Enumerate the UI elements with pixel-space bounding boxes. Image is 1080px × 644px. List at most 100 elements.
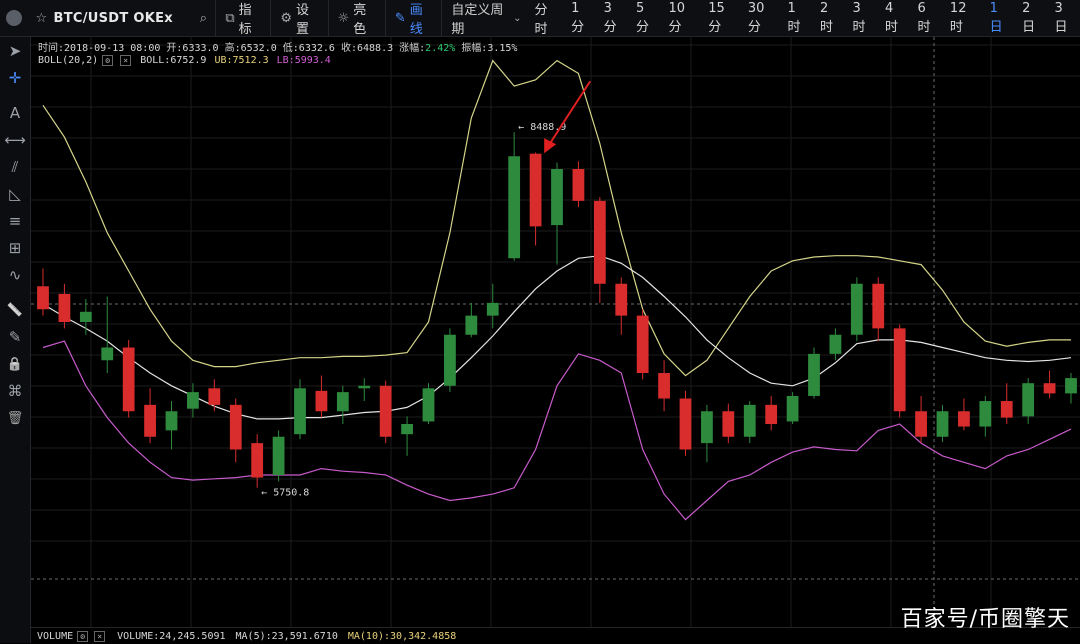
period-tab[interactable]: 2时 xyxy=(813,0,845,36)
custom-period-label: 自定义周期 xyxy=(451,3,504,37)
app-logo xyxy=(0,0,28,36)
low-price-label: ← 5750.8 xyxy=(261,487,309,498)
high-value: 6532.0 xyxy=(240,43,277,54)
boll-indicator-name: BOLL(20,2) xyxy=(38,55,99,66)
drawing-sidebar: ➤ ✛ A ⟷ ⫽ ◺ ≡ ⊞ ∿ 📏 ✎ 🔒 ⌘ 🗑 xyxy=(0,37,31,643)
candle-body xyxy=(79,311,92,322)
period-tab[interactable]: 1分 xyxy=(564,0,596,36)
candle-body xyxy=(1065,378,1077,394)
period-tab[interactable]: 1日 xyxy=(983,0,1015,36)
indicator-settings-icon[interactable]: ⚙ xyxy=(102,55,114,66)
pencil-icon: ✎ xyxy=(394,10,406,26)
segment-icon[interactable]: ⟷ xyxy=(0,127,30,153)
candle-body xyxy=(915,411,927,437)
period-tab[interactable]: 4时 xyxy=(878,0,910,36)
candle-body xyxy=(786,395,799,422)
candle-body xyxy=(593,200,606,284)
price-chart[interactable]: ← 8488.9← 5750.8 xyxy=(31,37,1080,627)
star-icon[interactable]: ☆ xyxy=(36,11,48,26)
cursor-arrow-icon[interactable]: ➤ xyxy=(0,38,30,64)
boll-label: BOLL: xyxy=(140,55,171,66)
symbol-name: BTC/USDT OKEx xyxy=(53,10,173,26)
draw-button[interactable]: ✎ 画线 xyxy=(384,0,442,37)
top-toolbar: ☆ BTC/USDT OKEx ⌕ ⧉ 指标 ⚙ 设置 ☼ 亮色 ✎ 画线 自定… xyxy=(0,0,1080,37)
candle-body xyxy=(808,353,820,396)
horizontal-lines-icon[interactable]: ≡ xyxy=(0,208,30,234)
indicator-close-icon[interactable]: × xyxy=(120,55,132,66)
indicators-icon: ⧉ xyxy=(225,10,235,26)
theme-button[interactable]: ☼ 亮色 xyxy=(327,0,385,37)
custom-period-dropdown[interactable]: 自定义周期 ⌄ xyxy=(441,0,527,37)
amplitude-value: 3.15% xyxy=(487,43,518,54)
draw-label: 画线 xyxy=(409,3,423,37)
open-value: 6333.0 xyxy=(182,43,219,54)
candle-body xyxy=(401,424,413,435)
volume-settings-icon[interactable]: ⚙ xyxy=(77,630,89,642)
candle-body xyxy=(208,388,221,405)
candle-body xyxy=(315,390,328,412)
settings-label: 设置 xyxy=(296,3,310,37)
candle-body xyxy=(572,169,585,201)
wave-icon[interactable]: ∿ xyxy=(0,262,30,288)
lb-label: LB: xyxy=(276,55,295,66)
text-icon[interactable]: A xyxy=(0,100,30,126)
symbol-selector[interactable]: ☆ BTC/USDT OKEx ⌕ xyxy=(28,11,216,26)
indicators-button[interactable]: ⧉ 指标 xyxy=(215,0,270,37)
ma10-value: 30,342.4858 xyxy=(390,630,457,642)
settings-button[interactable]: ⚙ 设置 xyxy=(270,0,327,37)
change-value: 2.42% xyxy=(425,43,456,54)
ma5-value: 23,591.6710 xyxy=(271,630,338,642)
candle-body xyxy=(336,392,349,412)
period-tab[interactable]: 6时 xyxy=(910,0,942,36)
candle-body xyxy=(958,411,970,427)
candle-body xyxy=(679,398,692,450)
period-tab[interactable]: 5分 xyxy=(629,0,661,36)
search-icon[interactable]: ⌕ xyxy=(200,11,208,26)
candle-body xyxy=(251,443,264,478)
visibility-icon[interactable]: ⌘ xyxy=(0,378,30,404)
candle-body xyxy=(551,169,563,226)
candle-body xyxy=(508,156,521,259)
grid-icon[interactable]: ⊞ xyxy=(0,235,30,261)
candle-body xyxy=(936,411,949,437)
ub-value: 7512.3 xyxy=(232,55,269,66)
ub-label: UB: xyxy=(214,55,233,66)
pen-icon[interactable]: ✎ xyxy=(0,324,30,350)
period-tab[interactable]: 1时 xyxy=(781,0,813,36)
sun-icon: ☼ xyxy=(337,10,350,26)
period-tab[interactable]: 3时 xyxy=(845,0,877,36)
period-tab[interactable]: 3日 xyxy=(1048,0,1080,36)
candle-body xyxy=(615,283,628,316)
period-tab[interactable]: 15分 xyxy=(701,0,741,36)
period-tab[interactable]: 分时 xyxy=(527,0,564,37)
candle-body xyxy=(743,404,756,437)
period-tab[interactable]: 12时 xyxy=(943,0,983,36)
ruler-icon[interactable]: 📏 xyxy=(0,297,30,323)
volume-value: 24,245.5091 xyxy=(159,630,226,642)
parallel-lines-icon[interactable]: ⫽ xyxy=(0,154,30,180)
candle-body xyxy=(636,315,649,373)
time-value: 2018-09-13 08:00 xyxy=(64,43,161,54)
period-tab[interactable]: 10分 xyxy=(662,0,702,36)
chevron-down-icon: ⌄ xyxy=(513,12,522,24)
candle-body xyxy=(850,283,863,335)
period-tab[interactable]: 2日 xyxy=(1015,0,1047,36)
candle-body xyxy=(422,388,435,422)
crosshair-icon[interactable]: ✛ xyxy=(0,65,30,91)
annotation-arrow-head xyxy=(544,138,557,154)
theme-label: 亮色 xyxy=(353,3,367,37)
candle-body xyxy=(529,153,542,227)
candle-body xyxy=(101,347,114,361)
volume-close-icon[interactable]: × xyxy=(94,630,106,642)
trash-icon[interactable]: 🗑 xyxy=(0,405,30,431)
amplitude-label: 振幅: xyxy=(461,43,488,54)
period-tab[interactable]: 3分 xyxy=(597,0,629,36)
period-tab[interactable]: 30分 xyxy=(741,0,781,36)
lock-icon[interactable]: 🔒 xyxy=(0,351,30,377)
candle-body xyxy=(37,286,49,310)
candle-body xyxy=(229,404,242,450)
candle-body xyxy=(722,411,735,437)
triangle-icon[interactable]: ◺ xyxy=(0,181,30,207)
candle-body xyxy=(893,328,906,412)
candle-body xyxy=(1043,383,1056,394)
